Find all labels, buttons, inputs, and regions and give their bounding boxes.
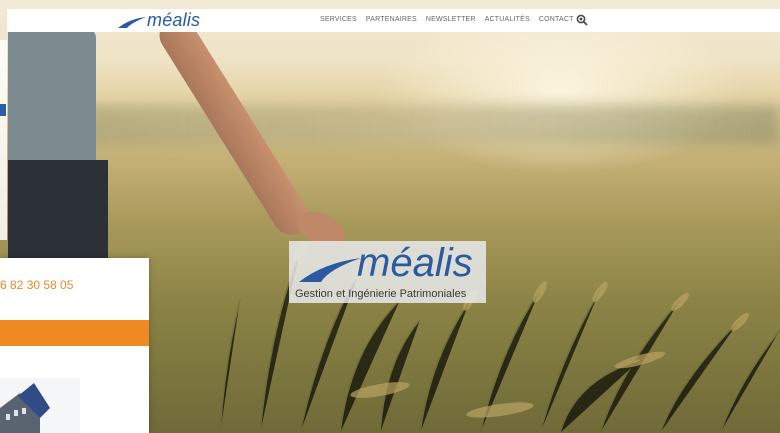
phone-number[interactable]: 6 82 30 58 05: [0, 278, 73, 292]
nav-actualites[interactable]: ACTUALITÉS: [485, 16, 530, 23]
brand-name: méalis: [147, 10, 201, 30]
nav-services[interactable]: SERVICES: [320, 16, 357, 23]
search-icon[interactable]: [576, 14, 588, 26]
swoosh-icon: [299, 258, 361, 282]
person-torso: [8, 28, 96, 168]
nav-contact[interactable]: CONTACT: [539, 16, 574, 23]
overlay-window: 6 82 30 58 05: [0, 258, 149, 433]
hero-logo-name: méalis: [357, 241, 473, 285]
nav-partenaires[interactable]: PARTENAIRES: [366, 16, 417, 23]
brand-logo[interactable]: méalis: [117, 11, 200, 29]
person-legs: [8, 160, 108, 260]
background-window-edge: [0, 40, 7, 240]
site-header: méalis SERVICES PARTENAIRES NEWSLETTER A…: [7, 9, 780, 32]
hero-logo-card: méalis Gestion et Ingénierie Patrimonial…: [289, 241, 486, 303]
orange-banner: [0, 320, 149, 346]
hero-tagline: Gestion et Ingénierie Patrimoniales: [295, 288, 467, 300]
swoosh-icon: [118, 17, 146, 28]
nav-newsletter[interactable]: NEWSLETTER: [426, 16, 476, 23]
background-window-mark: [0, 104, 6, 116]
building-image: [0, 378, 80, 433]
main-nav: SERVICES PARTENAIRES NEWSLETTER ACTUALIT…: [320, 16, 574, 23]
